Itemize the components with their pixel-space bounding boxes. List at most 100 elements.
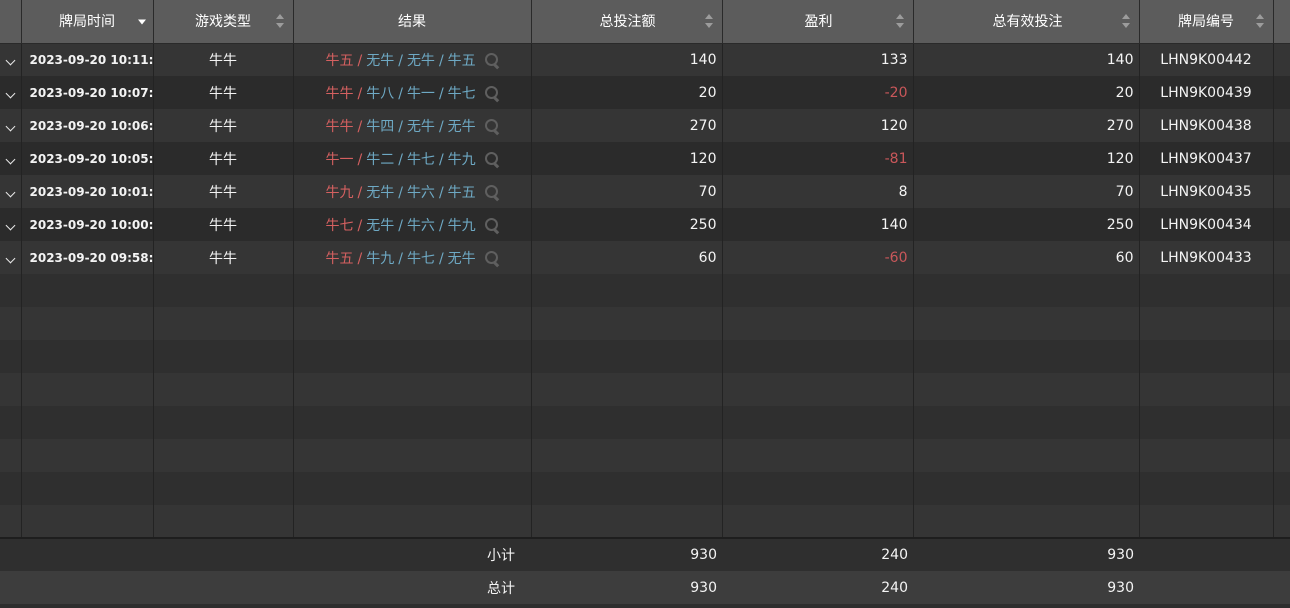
total-label: 总计 xyxy=(487,580,515,597)
search-icon[interactable] xyxy=(484,85,500,101)
column-header-result-label: 结果 xyxy=(398,14,426,31)
player-hand: 牛五 xyxy=(447,52,476,69)
game-time-cell: 2023-09-20 10:01:46 xyxy=(21,175,154,208)
result-separator: / xyxy=(438,151,444,168)
column-header-time[interactable]: 牌局时间 xyxy=(21,0,154,44)
result-separator: / xyxy=(438,217,444,234)
result-separator: / xyxy=(398,151,403,168)
result-separator: / xyxy=(398,184,403,201)
result-cell: 牛七 / 无牛 / 牛六 / 牛九 xyxy=(293,208,532,241)
empty-cell xyxy=(913,373,1140,406)
result-separator: / xyxy=(357,151,363,168)
empty-cell xyxy=(722,505,914,538)
sort-icon[interactable] xyxy=(895,14,905,29)
column-header-total-bet[interactable]: 总投注额 xyxy=(531,0,723,44)
expand-cell[interactable] xyxy=(0,76,22,109)
banker-hand: 牛五 xyxy=(325,52,354,69)
subtotal-label: 小计 xyxy=(487,548,515,564)
search-icon[interactable] xyxy=(484,184,500,200)
table-row[interactable]: 2023-09-20 09:58:37牛牛牛五/牛九/牛七/无牛60-6060L… xyxy=(0,241,1290,274)
bet-history-table: 牌局时间 游戏类型 结果 总投注额 盈利 总有效投注 牌局编号 2023-09-… xyxy=(0,0,1290,604)
table-row[interactable]: 2023-09-20 10:05:02牛牛牛一/牛二/牛七/牛九120-8112… xyxy=(0,142,1290,175)
player-hand: 牛一 xyxy=(406,85,435,102)
valid-bet-cell: 70 xyxy=(913,175,1140,208)
profit-cell: -81 xyxy=(722,142,914,175)
chevron-down-icon[interactable] xyxy=(5,88,16,98)
sort-icon[interactable] xyxy=(1121,14,1131,29)
banker-hand: 牛牛 xyxy=(325,118,354,135)
game-id-cell: LHN9K00442 xyxy=(1139,43,1274,76)
banker-hand: 牛九 xyxy=(325,184,354,201)
column-header-profit[interactable]: 盈利 xyxy=(722,0,914,44)
column-header-game-type[interactable]: 游戏类型 xyxy=(153,0,294,44)
sort-icon[interactable] xyxy=(275,14,285,29)
header-row: 牌局时间 游戏类型 结果 总投注额 盈利 总有效投注 牌局编号 xyxy=(0,0,1290,44)
table-row[interactable]: 2023-09-20 10:11:19牛牛牛五/无牛/无牛/牛五14013314… xyxy=(0,43,1290,76)
empty-cell xyxy=(293,439,532,472)
chevron-down-icon[interactable] xyxy=(5,121,16,131)
table-row[interactable]: 2023-09-20 10:06:18牛牛牛牛/牛四/无牛/无牛27012027… xyxy=(0,109,1290,142)
empty-cell xyxy=(293,340,532,373)
expand-cell[interactable] xyxy=(0,109,22,142)
expand-column-header xyxy=(0,0,22,44)
search-icon[interactable] xyxy=(484,217,500,233)
column-header-game-id[interactable]: 牌局编号 xyxy=(1139,0,1274,44)
game-id-cell: LHN9K00439 xyxy=(1139,76,1274,109)
search-icon[interactable] xyxy=(484,151,500,167)
column-header-valid-bet[interactable]: 总有效投注 xyxy=(913,0,1140,44)
result-separator: / xyxy=(398,52,403,69)
search-icon[interactable] xyxy=(484,250,500,266)
empty-cell xyxy=(153,307,294,340)
expand-cell[interactable] xyxy=(0,142,22,175)
chevron-down-icon[interactable] xyxy=(5,55,16,66)
scrollbar-spacer-cell xyxy=(1273,175,1290,208)
sort-icon[interactable] xyxy=(1255,14,1265,29)
chevron-down-icon[interactable] xyxy=(5,253,16,263)
result-separator: / xyxy=(398,118,403,135)
player-hand: 无牛 xyxy=(447,250,476,267)
sort-icon[interactable] xyxy=(704,14,714,29)
game-id-cell: LHN9K00435 xyxy=(1139,175,1274,208)
table-row[interactable]: 2023-09-20 10:07:30牛牛牛牛/牛八/牛一/牛七20-2020L… xyxy=(0,76,1290,109)
table-row[interactable]: 2023-09-20 10:00:13牛牛牛七/无牛/牛六/牛九25014025… xyxy=(0,208,1290,241)
empty-cell xyxy=(153,505,294,538)
scrollbar-header-spacer xyxy=(1273,0,1290,44)
empty-row xyxy=(0,406,1290,439)
search-icon[interactable] xyxy=(484,118,500,134)
empty-row xyxy=(0,472,1290,505)
subtotal-row: 小计 930 240 930 xyxy=(0,538,1290,571)
empty-cell xyxy=(531,472,723,505)
sort-desc-icon[interactable] xyxy=(137,19,146,25)
total-bet-cell: 120 xyxy=(531,142,723,175)
banker-hand: 牛牛 xyxy=(325,85,354,102)
profit-cell: -20 xyxy=(722,76,914,109)
empty-cell xyxy=(21,274,154,307)
column-header-time-label: 牌局时间 xyxy=(59,14,115,31)
empty-cell xyxy=(293,406,532,439)
game-time-cell: 2023-09-20 10:00:13 xyxy=(21,208,154,241)
chevron-down-icon[interactable] xyxy=(5,220,16,230)
chevron-down-icon[interactable] xyxy=(5,154,16,164)
empty-cell xyxy=(153,340,294,373)
expand-cell[interactable] xyxy=(0,43,22,76)
chevron-down-icon[interactable] xyxy=(5,187,16,197)
empty-cell xyxy=(293,472,532,505)
column-header-total-bet-label: 总投注额 xyxy=(599,14,656,31)
empty-cell xyxy=(1139,505,1274,538)
column-header-game-id-label: 牌局编号 xyxy=(1178,14,1234,31)
player-hand: 牛九 xyxy=(366,250,395,267)
expand-cell[interactable] xyxy=(0,208,22,241)
player-hand: 牛六 xyxy=(406,184,435,201)
table-row[interactable]: 2023-09-20 10:01:46牛牛牛九/无牛/牛六/牛五70870LHN… xyxy=(0,175,1290,208)
empty-cell xyxy=(1273,373,1290,406)
empty-cell xyxy=(153,274,294,307)
expand-cell[interactable] xyxy=(0,241,22,274)
game-type-cell: 牛牛 xyxy=(153,208,294,241)
player-hand: 牛七 xyxy=(406,151,435,168)
scrollbar-spacer-cell xyxy=(1273,142,1290,175)
search-icon[interactable] xyxy=(484,52,500,68)
empty-cell xyxy=(0,340,22,373)
expand-cell[interactable] xyxy=(0,175,22,208)
empty-cell xyxy=(1139,274,1274,307)
result-separator: / xyxy=(357,118,363,135)
